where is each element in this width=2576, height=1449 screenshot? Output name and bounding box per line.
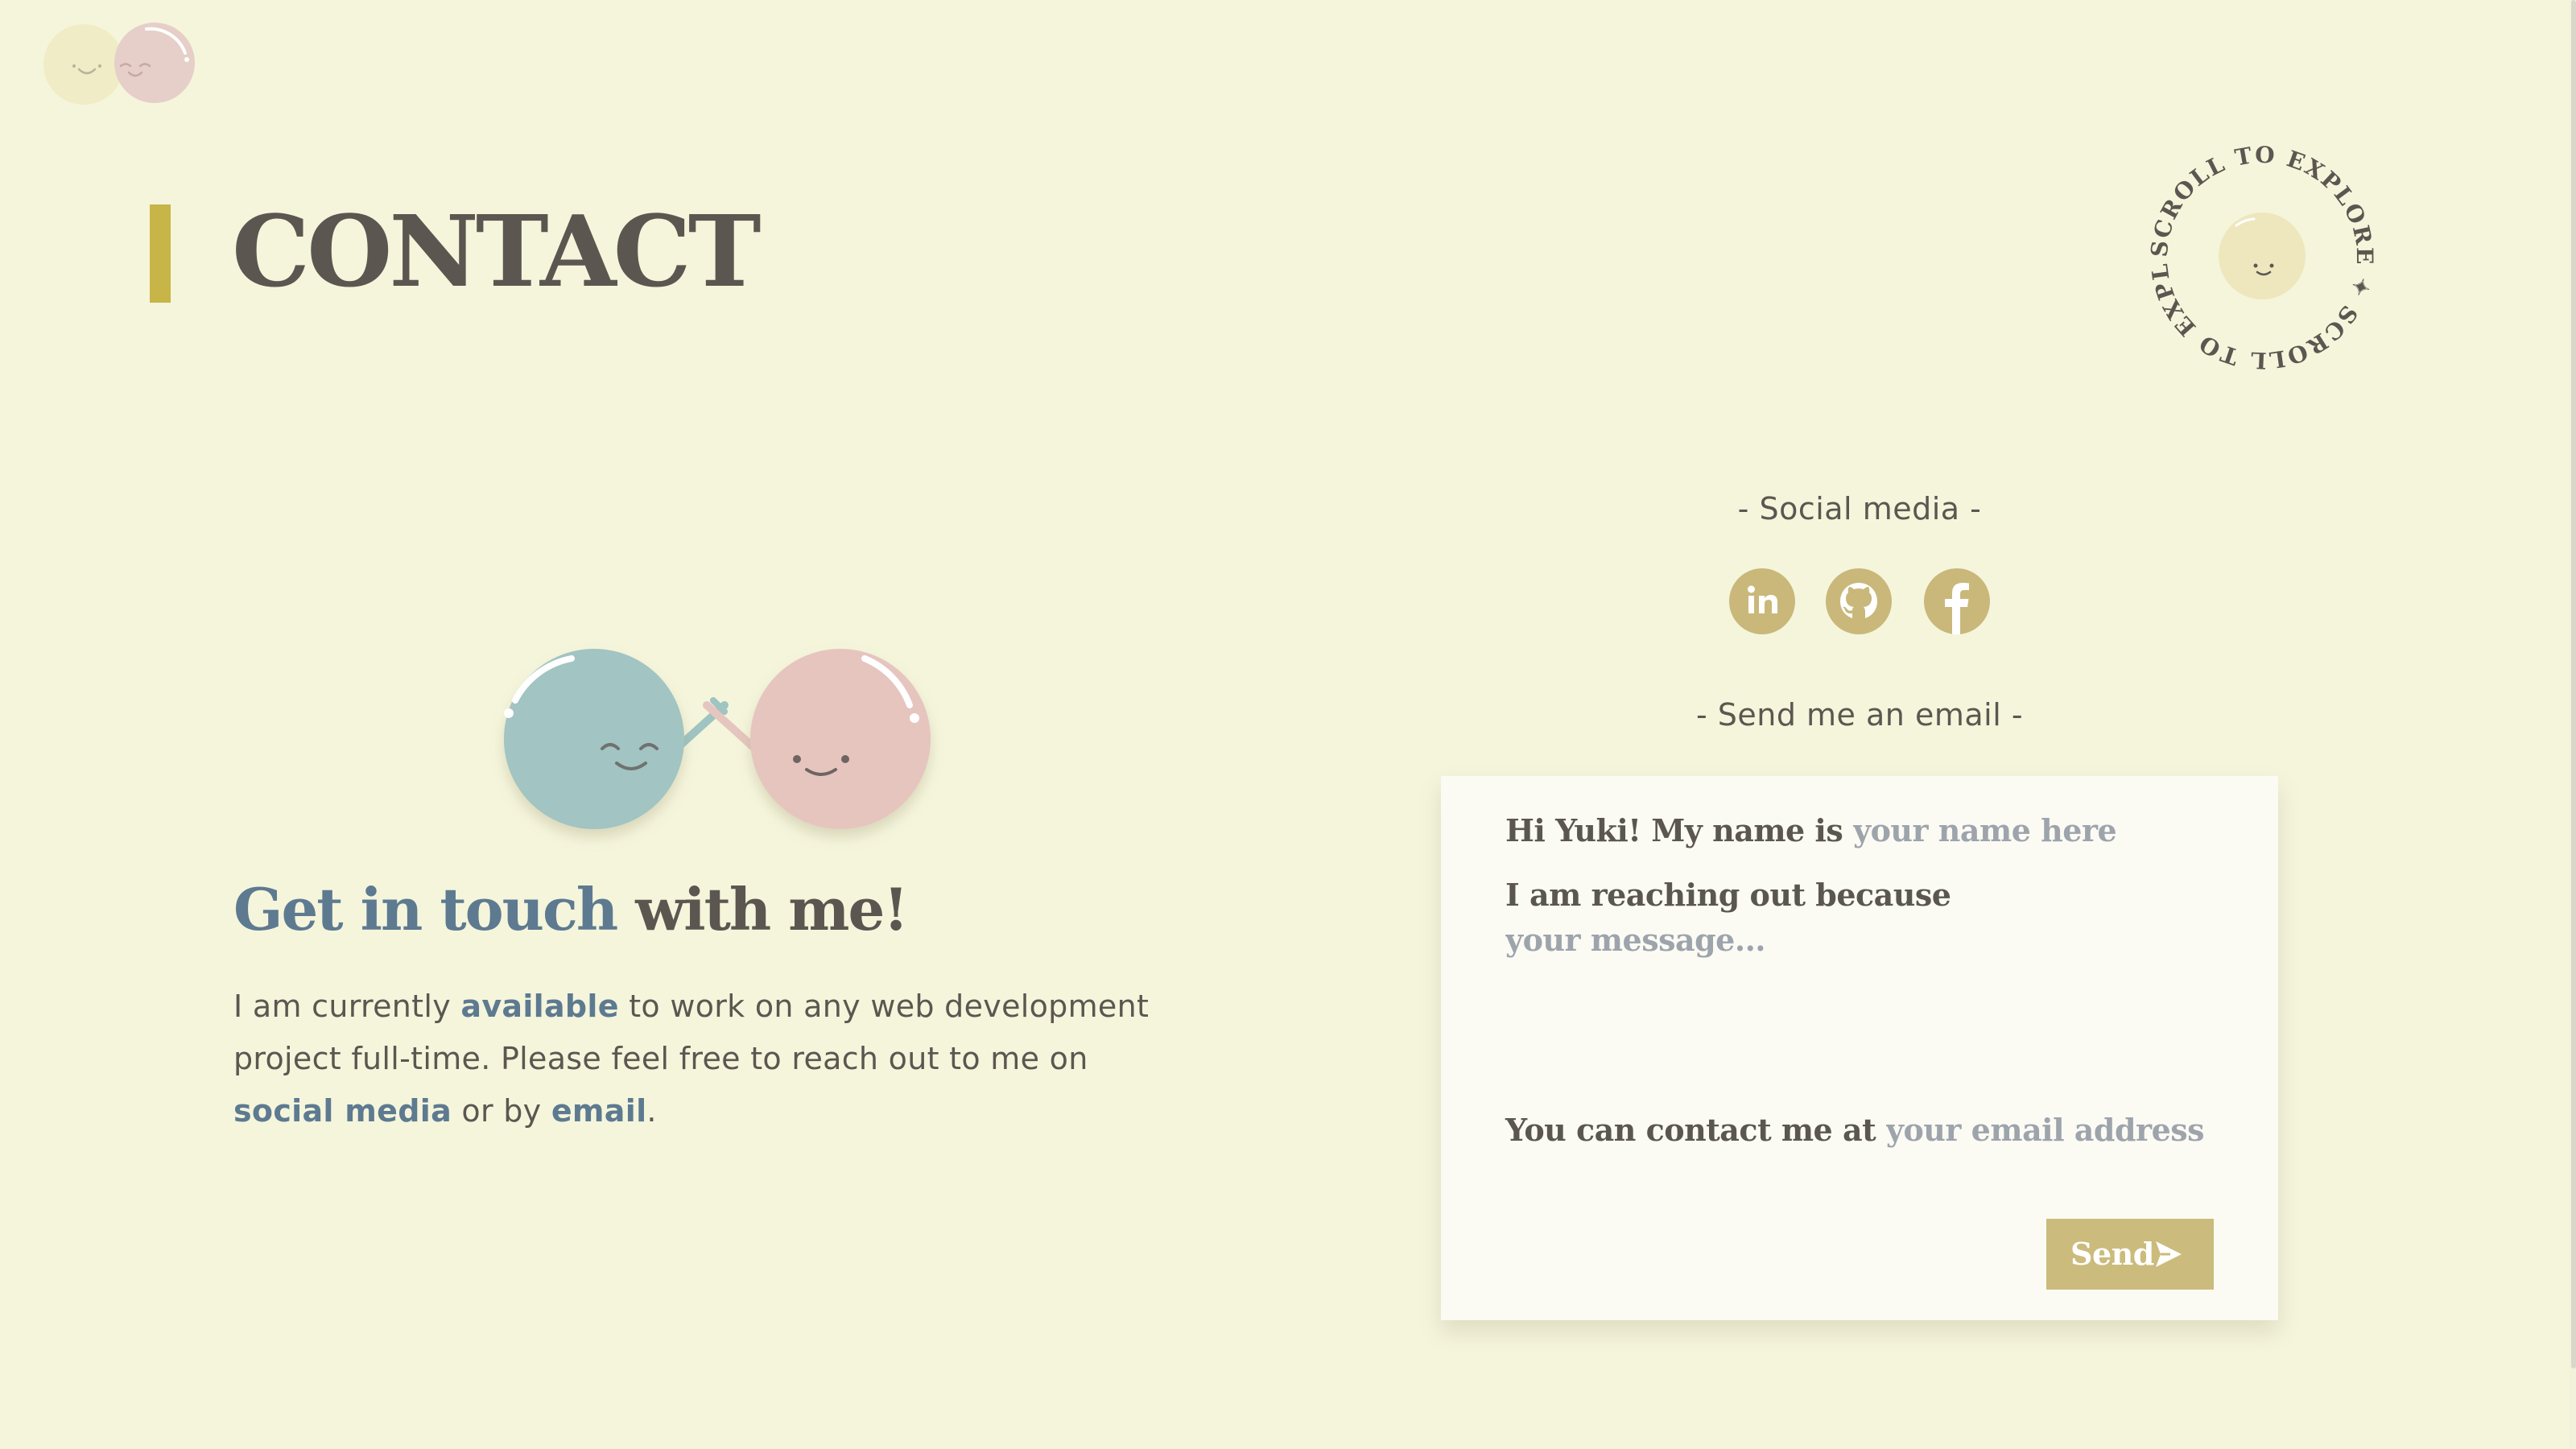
github-icon <box>1840 583 1877 618</box>
github-button[interactable] <box>1826 568 1892 634</box>
get-in-touch-accent: Get in touch <box>233 875 618 943</box>
social-media-link[interactable]: social media <box>233 1093 452 1129</box>
available-link[interactable]: available <box>460 989 618 1024</box>
linkedin-icon <box>1748 585 1777 613</box>
social-links <box>1729 568 1995 636</box>
intro-text-1: I am currently <box>233 989 461 1024</box>
contact-line: You can contact me at <box>1505 1108 2224 1153</box>
smiling-bubbles-illustration <box>504 649 931 829</box>
scrollbar-thumb[interactable] <box>2571 0 2576 1368</box>
logo-icon[interactable] <box>42 19 203 109</box>
send-button-label: Send <box>2070 1236 2154 1272</box>
facebook-icon <box>1945 583 1969 634</box>
get-in-touch-heading: Get in touch with me! <box>233 869 1199 950</box>
social-media-heading: - Social media - <box>1737 491 1982 526</box>
get-in-touch-rest: with me! <box>617 875 909 943</box>
contact-prefix: You can contact me at <box>1505 1112 1886 1148</box>
facebook-button[interactable] <box>1924 568 1990 634</box>
send-button[interactable]: Send <box>2046 1219 2214 1290</box>
message-input[interactable] <box>1505 918 2214 1079</box>
send-email-heading: - Send me an email - <box>1695 697 2024 733</box>
name-prefix: Hi Yuki! My name is <box>1505 812 1853 848</box>
intro-text-4: . <box>646 1093 657 1129</box>
reason-prefix: I am reaching out because <box>1505 877 1951 913</box>
availability-paragraph: I am currently available to work on any … <box>233 980 1183 1137</box>
name-input[interactable] <box>1853 812 2159 848</box>
title-accent-bar <box>150 204 171 303</box>
scroll-to-explore-badge[interactable]: SCROLL TO EXPLORE ✦ SCROLL TO EXPLORE ✦ <box>2141 137 2383 378</box>
scrollbar-track[interactable] <box>2570 0 2576 1449</box>
name-line: Hi Yuki! My name is <box>1505 808 2159 853</box>
linkedin-button[interactable] <box>1729 568 1795 634</box>
email-input[interactable] <box>1885 1112 2224 1148</box>
page-title: CONTACT <box>232 193 762 309</box>
paper-plane-icon <box>2156 1241 2182 1267</box>
email-link[interactable]: email <box>551 1093 647 1129</box>
email-form: Hi Yuki! My name is I am reaching out be… <box>1441 776 2278 1320</box>
intro-text-3: or by <box>452 1093 551 1129</box>
contact-page: CONTACT SCROLL TO EXPLORE ✦ SCROLL TO EX… <box>0 0 2576 1449</box>
